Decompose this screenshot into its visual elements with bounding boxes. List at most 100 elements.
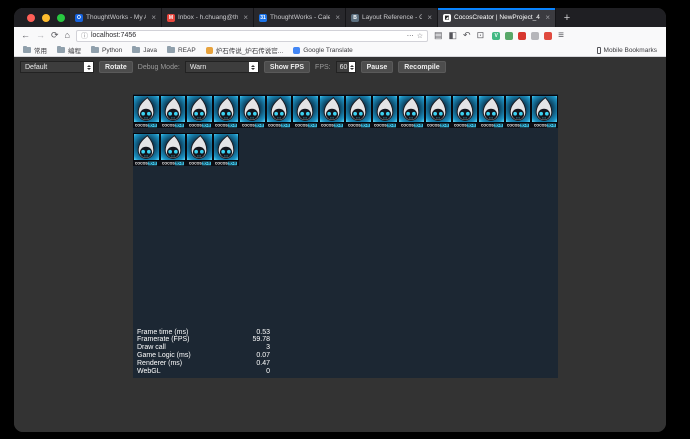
cocos-sprite: COCOS2D-X xyxy=(319,95,346,128)
vue-devtools-icon[interactable]: V xyxy=(492,32,500,40)
cocos-mascot-icon xyxy=(135,96,157,123)
cocos-sprite: COCOS2D-X xyxy=(133,133,160,166)
library-icon[interactable]: ▤ xyxy=(434,31,443,40)
tab-3[interactable]: BLayout Reference - GitBook× xyxy=(346,8,438,27)
stat-label: Frame time (ms) xyxy=(137,329,188,337)
tab-close-icon[interactable]: × xyxy=(333,13,340,22)
stat-value: 59.78 xyxy=(252,336,270,344)
phone-icon xyxy=(597,47,601,54)
sidebar-icon[interactable]: ◧ xyxy=(449,31,458,40)
recompile-button[interactable]: Recompile xyxy=(398,61,445,73)
cocos-mascot-icon xyxy=(268,96,290,123)
sprite-image xyxy=(505,95,532,123)
bookmark-1[interactable]: 编程 xyxy=(57,45,81,55)
sprite-image xyxy=(266,95,293,123)
sprite-image xyxy=(319,95,346,123)
sprite-caption: COCOS2D-X xyxy=(345,123,372,128)
sprite-caption: COCOS2D-X xyxy=(186,161,213,166)
tab-close-icon[interactable]: × xyxy=(149,13,156,22)
stat-label: WebGL xyxy=(137,368,161,376)
site-info-icon[interactable]: ⓘ xyxy=(81,31,88,41)
sprite-image xyxy=(133,95,160,123)
bookmark-2[interactable]: Python xyxy=(91,47,122,54)
home-icon[interactable]: ⌂ xyxy=(65,31,70,40)
sprite-caption: COCOS2D-X xyxy=(452,123,479,128)
tab-close-icon[interactable]: × xyxy=(543,13,550,22)
bookmark-0[interactable]: 常用 xyxy=(23,45,47,55)
sprite-image xyxy=(372,95,399,123)
green-extension-icon[interactable] xyxy=(505,32,513,40)
sprite-image xyxy=(160,95,187,123)
page-actions-icon[interactable]: ⋯ xyxy=(407,32,414,40)
forward-icon[interactable]: → xyxy=(36,31,45,40)
red-shield-icon[interactable] xyxy=(518,32,526,40)
stat-value: 0.47 xyxy=(256,360,270,368)
screenshot-icon[interactable]: ⊡ xyxy=(477,31,485,40)
new-tab-button[interactable]: + xyxy=(556,8,578,27)
back-icon[interactable]: ← xyxy=(21,31,30,40)
cocos-mascot-icon xyxy=(188,96,210,123)
tab-1[interactable]: MInbox - h.chuang@thoughtwor× xyxy=(162,8,254,27)
sprite-caption: COCOS2D-X xyxy=(186,123,213,128)
tab-4[interactable]: ◩CocosCreator | NewProject_4× xyxy=(438,8,556,27)
undo-icon[interactable]: ↶ xyxy=(463,31,471,40)
cocos-preview-toolbar: Default Rotate Debug Mode: Warn Show FPS… xyxy=(20,59,660,75)
cocos-mascot-icon xyxy=(347,96,369,123)
bookmark-5[interactable]: 炉石传说_炉石传说官... xyxy=(206,45,284,55)
tab-close-icon[interactable]: × xyxy=(241,13,248,22)
rotate-button[interactable]: Rotate xyxy=(99,61,133,73)
bookmark-4[interactable]: REAP xyxy=(167,47,196,54)
tab-0[interactable]: OThoughtWorks - My Application× xyxy=(70,8,162,27)
game-canvas[interactable]: COCOS2D-X COCOS2D-X COCOS2D-X COCOS2D-X … xyxy=(133,94,558,378)
cocos-sprite: COCOS2D-X xyxy=(452,95,479,128)
bookmark-label: Python xyxy=(102,47,122,54)
sprite-image xyxy=(292,95,319,123)
sprite-caption: COCOS2D-X xyxy=(292,123,319,128)
stat-label: Draw call xyxy=(137,344,166,352)
sprite-image xyxy=(398,95,425,123)
sprite-grid: COCOS2D-X COCOS2D-X COCOS2D-X COCOS2D-X … xyxy=(133,95,558,171)
mobile-bookmarks[interactable]: Mobile Bookmarks xyxy=(597,47,657,54)
bookmark-star-icon[interactable]: ☆ xyxy=(417,32,423,40)
stat-label: Game Logic (ms) xyxy=(137,352,191,360)
profile-select-value: Default xyxy=(25,64,47,71)
gray-extension-icon[interactable] xyxy=(531,32,539,40)
debug-mode-label: Debug Mode: xyxy=(138,64,180,71)
minimize-window-icon[interactable] xyxy=(42,14,50,22)
tab-2[interactable]: 31ThoughtWorks - Calendar - We× xyxy=(254,8,346,27)
bookmark-3[interactable]: Java xyxy=(132,47,157,54)
url-text[interactable]: localhost:7456 xyxy=(91,32,136,39)
cocos-mascot-icon xyxy=(162,96,184,123)
profile-select[interactable]: Default xyxy=(20,61,94,73)
cocos-sprite: COCOS2D-X xyxy=(505,95,532,128)
tab-close-icon[interactable]: × xyxy=(425,13,432,22)
bookmark-items: 常用编程 Python Java REAP 炉石传说_炉石传说官... Google Tr… xyxy=(23,45,353,55)
debug-mode-value: Warn xyxy=(190,64,206,71)
bookmark-label: REAP xyxy=(178,47,196,54)
sprite-image xyxy=(425,95,452,123)
mobile-bookmarks-label: Mobile Bookmarks xyxy=(604,47,657,54)
cocos-sprite: COCOS2D-X xyxy=(266,95,293,128)
red-box-icon[interactable] xyxy=(544,32,552,40)
debug-mode-select[interactable]: Warn xyxy=(185,61,259,73)
sprite-image xyxy=(186,133,213,161)
cocos-sprite: COCOS2D-X xyxy=(213,95,240,128)
tab-bar: OThoughtWorks - My Application×MInbox - … xyxy=(14,8,666,27)
close-window-icon[interactable] xyxy=(27,14,35,22)
bookmark-6[interactable]: Google Translate xyxy=(293,47,353,54)
sprite-image xyxy=(160,133,187,161)
fps-input[interactable]: 60 xyxy=(336,61,356,73)
url-bar[interactable]: ⓘ localhost:7456 ⋯ ☆ xyxy=(76,30,428,42)
tab-title: Inbox - h.chuang@thoughtwor xyxy=(178,14,238,21)
sprite-caption: COCOS2D-X xyxy=(372,123,399,128)
cocos-mascot-icon xyxy=(241,96,263,123)
cocos-mascot-icon xyxy=(374,96,396,123)
extension-strip: V xyxy=(492,32,552,40)
cocos-mascot-icon xyxy=(321,96,343,123)
menu-icon[interactable]: ≡ xyxy=(558,31,564,41)
sprite-image xyxy=(133,133,160,161)
reload-icon[interactable]: ⟳ xyxy=(51,31,59,40)
show-fps-button[interactable]: Show FPS xyxy=(264,61,310,73)
pause-button[interactable]: Pause xyxy=(361,61,394,73)
zoom-window-icon[interactable] xyxy=(57,14,65,22)
